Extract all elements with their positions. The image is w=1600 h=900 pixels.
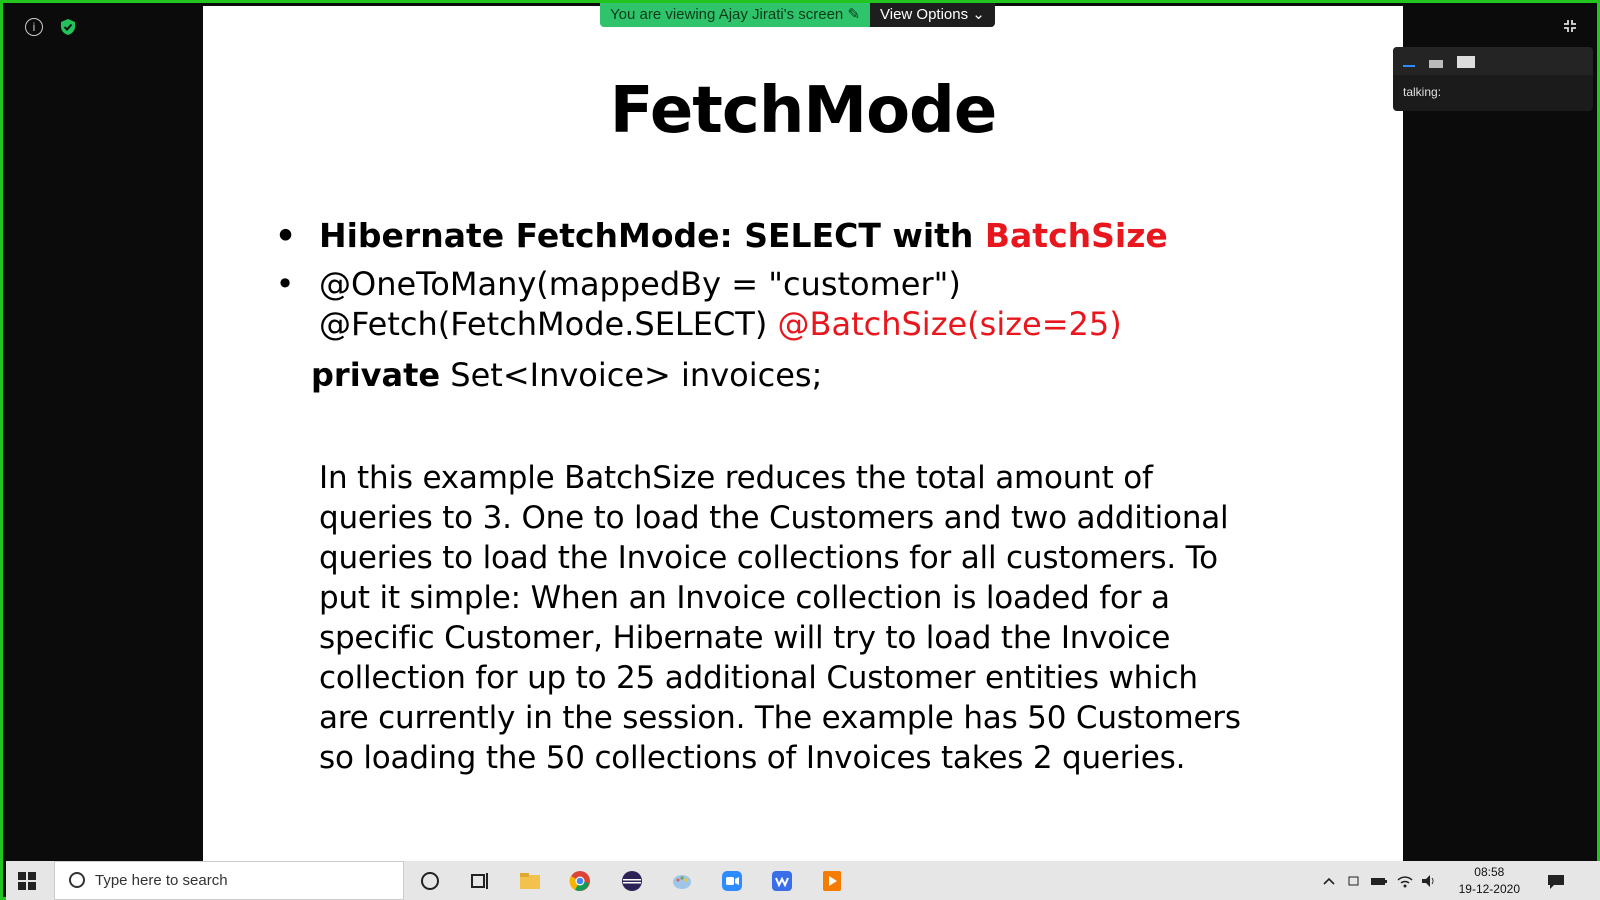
- explanation-paragraph: In this example BatchSize reduces the to…: [319, 460, 1241, 776]
- search-icon: [69, 872, 85, 888]
- volume-icon[interactable]: [1420, 869, 1438, 893]
- info-icon[interactable]: i: [25, 18, 43, 36]
- view-options-button[interactable]: View Options ⌄: [870, 3, 995, 27]
- shield-icon[interactable]: [59, 18, 77, 36]
- annotate-pen-icon: ✎: [847, 6, 861, 23]
- clock-time: 08:58: [1474, 865, 1505, 879]
- eclipse-icon[interactable]: [620, 869, 644, 893]
- bullet1-highlight: BatchSize: [984, 216, 1168, 255]
- slide-title: FetchMode: [609, 74, 998, 148]
- code-line-batchsize: @BatchSize(size=25): [777, 305, 1122, 343]
- screen-share-frame: i FetchMode • Hibernate FetchMode: SELEC…: [0, 0, 1600, 900]
- file-explorer-icon[interactable]: [518, 869, 542, 893]
- video-view-toolbar: [1393, 47, 1593, 75]
- minimize-view-icon[interactable]: [1403, 65, 1415, 67]
- show-hidden-icons-icon[interactable]: [1322, 869, 1336, 893]
- search-input[interactable]: Type here to search: [95, 872, 228, 889]
- talking-label: talking:: [1403, 85, 1442, 99]
- zoom-icon[interactable]: [720, 869, 744, 893]
- media-player-icon[interactable]: [820, 869, 844, 893]
- wifi-icon[interactable]: [1396, 869, 1414, 893]
- notifications-icon[interactable]: [1546, 869, 1566, 893]
- shared-slide: FetchMode • Hibernate FetchMode: SELECT …: [203, 6, 1403, 861]
- taskbar-clock[interactable]: 08:58 19-12-2020: [1459, 864, 1520, 898]
- code-line-onetomany: @OneToMany(mappedBy = "customer"): [319, 265, 961, 303]
- view-options-label: View Options: [880, 6, 969, 23]
- code-line-field: private Set<Invoice> invoices;: [311, 356, 822, 394]
- task-view-icon[interactable]: [468, 869, 492, 893]
- keyword-private: private: [311, 356, 441, 394]
- strip-view-icon[interactable]: [1429, 60, 1443, 68]
- code-line-fetch: @Fetch(FetchMode.SELECT): [319, 305, 778, 343]
- exit-fullscreen-icon[interactable]: [1563, 19, 1577, 36]
- windows-start-icon[interactable]: [18, 872, 36, 890]
- clock-date: 19-12-2020: [1458, 882, 1520, 896]
- task-app-icon[interactable]: [770, 869, 794, 893]
- screen-share-banner: You are viewing Ajay Jirati's screen ✎ V…: [600, 3, 995, 27]
- viewing-text: You are viewing Ajay Jirati's screen: [610, 6, 844, 23]
- field-declaration: Set<Invoice> invoices;: [440, 356, 823, 394]
- talking-panel: talking:: [1393, 47, 1593, 111]
- cortana-icon[interactable]: [418, 869, 442, 893]
- bullet1-text: Hibernate FetchMode: SELECT with: [319, 216, 985, 255]
- taskbar-search[interactable]: Type here to search: [54, 861, 404, 900]
- camera-tray-icon[interactable]: [1348, 869, 1362, 893]
- viewing-indicator: You are viewing Ajay Jirati's screen ✎: [600, 3, 871, 27]
- windows-taskbar: Type here to search 08:58 19-12-2020: [6, 861, 1600, 900]
- paint-icon[interactable]: [670, 869, 694, 893]
- gallery-view-icon[interactable]: [1457, 56, 1475, 68]
- bullet-dot: •: [275, 216, 297, 255]
- chrome-icon[interactable]: [568, 869, 592, 893]
- bullet-dot: •: [275, 265, 295, 303]
- chevron-down-icon: ⌄: [972, 6, 985, 23]
- battery-icon[interactable]: [1370, 869, 1388, 893]
